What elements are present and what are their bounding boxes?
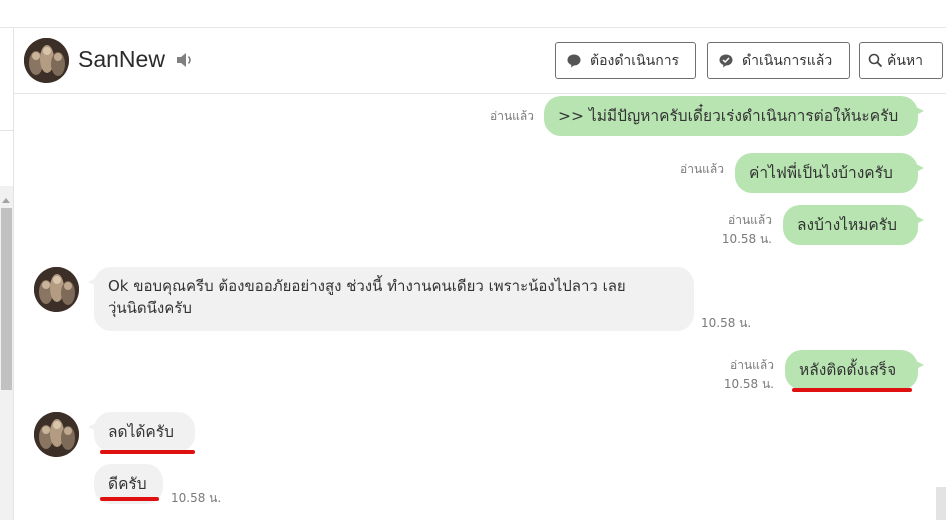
message-bubble-outgoing[interactable]: ลงบ้างไหมครับ [783, 205, 924, 245]
highlight-underline [792, 388, 912, 392]
message-time: 10.58 น. [721, 232, 772, 246]
speaker-icon[interactable] [176, 52, 194, 68]
read-receipt: อ่านแล้ว [730, 358, 774, 372]
todo-button[interactable]: ต้องดำเนินการ [555, 42, 696, 79]
chat-area[interactable]: อ่านแล้ว >> ไม่มีปัญหาครับเดี๋ยวเร่งดำเน… [14, 94, 932, 520]
check-bubble-icon [719, 54, 733, 67]
done-button-label: ดำเนินการแล้ว [742, 52, 833, 69]
chat-header: SanNew ต้องดำเนินการ ดำเนินการแล้ว ค้นหา [14, 28, 946, 94]
read-receipt: อ่านแล้ว [680, 162, 724, 176]
message-bubble-outgoing[interactable]: >> ไม่มีปัญหาครับเดี๋ยวเร่งดำเนินการต่อใ… [544, 96, 924, 136]
avatar[interactable] [34, 412, 79, 457]
left-panel-divider [0, 130, 13, 131]
search-button[interactable]: ค้นหา [859, 42, 943, 79]
todo-button-label: ต้องดำเนินการ [590, 52, 680, 69]
highlight-underline [100, 497, 159, 501]
speech-bubble-icon [567, 54, 581, 67]
avatar[interactable] [34, 267, 79, 312]
top-strip [0, 0, 946, 28]
chat-scrollbar[interactable] [936, 487, 946, 520]
message-bubble-incoming[interactable]: Ok ขอบคุณครีบ ต้องขออภัยอย่างสูง ช่วงนี้… [88, 267, 694, 331]
search-icon [868, 53, 883, 68]
message-time: 10.58 น. [171, 491, 222, 505]
message-bubble-outgoing[interactable]: ค่าไฟพี่เป็นไงบ้างครับ [735, 153, 924, 193]
message-text: วุ่นนิดนึงครับ [108, 299, 192, 317]
left-panel-edge [0, 28, 14, 520]
message-time: 10.58 น. [723, 377, 774, 391]
message-bubble-incoming[interactable]: ลดได้ครับ [88, 412, 195, 452]
message-time: 10.58 น. [701, 316, 752, 330]
left-scrollbar-thumb[interactable] [1, 208, 12, 390]
highlight-underline [100, 450, 195, 454]
search-button-label: ค้นหา [887, 52, 924, 69]
message-bubble-outgoing[interactable]: หลังติดตั้งเสร็จ [785, 350, 924, 390]
message-text: Ok ขอบคุณครีบ ต้องขออภัยอย่างสูง ช่วงนี้… [108, 277, 626, 295]
read-receipt: อ่านแล้ว [490, 109, 534, 123]
read-receipt: อ่านแล้ว [728, 213, 772, 227]
scroll-up-icon[interactable] [2, 198, 10, 203]
avatar[interactable] [24, 38, 69, 83]
done-button[interactable]: ดำเนินการแล้ว [707, 42, 850, 79]
contact-name: SanNew [78, 46, 165, 72]
